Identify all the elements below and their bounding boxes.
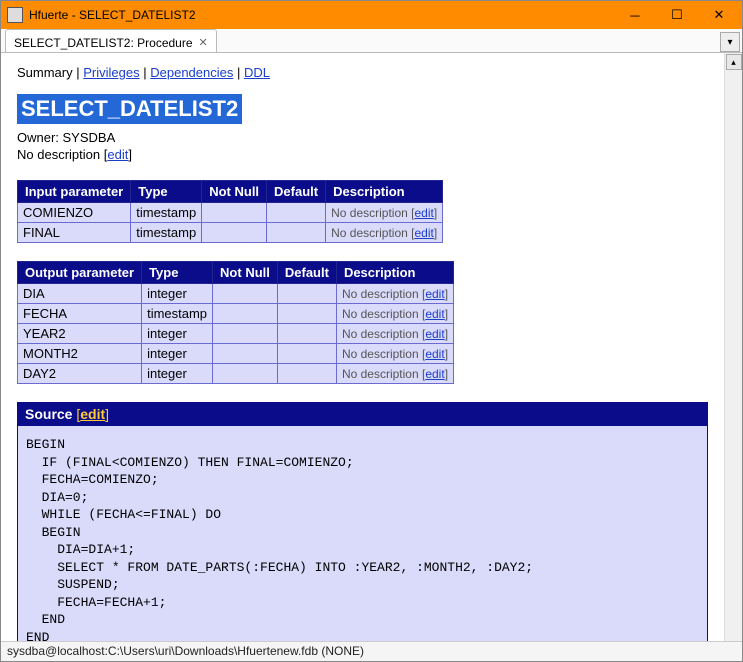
param-default <box>277 364 336 384</box>
close-button[interactable]: ✕ <box>698 3 740 27</box>
window-titlebar[interactable]: Hfuerte - SELECT_DATELIST2 ─ ☐ ✕ <box>1 1 742 29</box>
edit-link[interactable]: edit <box>415 226 434 240</box>
param-default <box>267 203 326 223</box>
param-type: timestamp <box>131 223 202 243</box>
nav-privileges[interactable]: Privileges <box>83 65 139 80</box>
source-code[interactable]: BEGIN IF (FINAL<COMIENZO) THEN FINAL=COM… <box>17 426 708 641</box>
table-row: DIA integer No description [edit] <box>18 284 454 304</box>
col-default: Default <box>277 262 336 284</box>
param-desc: No description [edit] <box>336 364 453 384</box>
param-name: MONTH2 <box>18 344 142 364</box>
param-type: timestamp <box>131 203 202 223</box>
param-notnull <box>213 364 278 384</box>
param-name: COMIENZO <box>18 203 131 223</box>
param-name: YEAR2 <box>18 324 142 344</box>
minimize-button[interactable]: ─ <box>614 3 656 27</box>
param-desc: No description [edit] <box>336 284 453 304</box>
edit-link[interactable]: edit <box>415 206 434 220</box>
source-header: Source [edit] <box>17 402 708 426</box>
edit-description-link[interactable]: edit <box>107 147 128 162</box>
table-row: FINAL timestamp No description [edit] <box>18 223 443 243</box>
param-desc: No description [edit] <box>326 223 443 243</box>
param-type: integer <box>142 284 213 304</box>
param-notnull <box>213 304 278 324</box>
owner-line: Owner: SYSDBA <box>17 130 708 145</box>
edit-link[interactable]: edit <box>425 307 444 321</box>
col-notnull: Not Null <box>202 181 267 203</box>
param-desc: No description [edit] <box>336 304 453 324</box>
description-line: No description [edit] <box>17 147 708 162</box>
param-default <box>277 284 336 304</box>
nav-summary[interactable]: Summary <box>17 65 73 80</box>
edit-link[interactable]: edit <box>425 367 444 381</box>
col-notnull: Not Null <box>213 262 278 284</box>
col-type: Type <box>142 262 213 284</box>
edit-link[interactable]: edit <box>425 347 444 361</box>
source-section: Source [edit] BEGIN IF (FINAL<COMIENZO) … <box>17 402 708 641</box>
param-notnull <box>213 284 278 304</box>
window-title: Hfuerte - SELECT_DATELIST2 <box>29 8 614 22</box>
app-icon <box>7 7 23 23</box>
col-type: Type <box>131 181 202 203</box>
app-window: Hfuerte - SELECT_DATELIST2 ─ ☐ ✕ SELECT_… <box>0 0 743 662</box>
param-type: integer <box>142 324 213 344</box>
content-pane: Summary | Privileges | Dependencies | DD… <box>1 53 724 641</box>
table-row: FECHA timestamp No description [edit] <box>18 304 454 324</box>
sub-nav: Summary | Privileges | Dependencies | DD… <box>17 65 708 80</box>
table-row: DAY2 integer No description [edit] <box>18 364 454 384</box>
output-parameters-table: Output parameter Type Not Null Default D… <box>17 261 454 384</box>
param-name: FINAL <box>18 223 131 243</box>
edit-source-link[interactable]: edit <box>80 406 105 422</box>
param-notnull <box>202 223 267 243</box>
param-desc: No description [edit] <box>336 324 453 344</box>
param-type: integer <box>142 344 213 364</box>
col-input-parameter: Input parameter <box>18 181 131 203</box>
tab-bar: SELECT_DATELIST2: Procedure ✕ ▾ <box>1 29 742 53</box>
col-description: Description <box>336 262 453 284</box>
no-description-text: No description <box>17 147 100 162</box>
col-output-parameter: Output parameter <box>18 262 142 284</box>
nav-ddl[interactable]: DDL <box>244 65 270 80</box>
param-default <box>277 304 336 324</box>
vertical-scrollbar[interactable]: ▴ <box>724 53 742 641</box>
status-bar: sysdba@localhost:C:\Users\uri\Downloads\… <box>1 641 742 661</box>
nav-dependencies[interactable]: Dependencies <box>150 65 233 80</box>
param-notnull <box>213 344 278 364</box>
tab-close-icon[interactable]: ✕ <box>199 36 208 49</box>
edit-link[interactable]: edit <box>425 287 444 301</box>
param-default <box>267 223 326 243</box>
input-parameters-table: Input parameter Type Not Null Default De… <box>17 180 443 243</box>
table-row: COMIENZO timestamp No description [edit] <box>18 203 443 223</box>
tab-dropdown-button[interactable]: ▾ <box>720 32 740 52</box>
param-default <box>277 324 336 344</box>
maximize-button[interactable]: ☐ <box>656 3 698 27</box>
param-default <box>277 344 336 364</box>
col-description: Description <box>326 181 443 203</box>
tab-label: SELECT_DATELIST2: Procedure <box>14 36 193 50</box>
col-default: Default <box>267 181 326 203</box>
param-name: DAY2 <box>18 364 142 384</box>
param-desc: No description [edit] <box>336 344 453 364</box>
tab-procedure[interactable]: SELECT_DATELIST2: Procedure ✕ <box>5 29 217 52</box>
param-type: timestamp <box>142 304 213 324</box>
param-name: FECHA <box>18 304 142 324</box>
param-desc: No description [edit] <box>326 203 443 223</box>
param-name: DIA <box>18 284 142 304</box>
content-wrapper: Summary | Privileges | Dependencies | DD… <box>1 53 742 641</box>
scroll-up-icon[interactable]: ▴ <box>726 54 742 70</box>
object-name-heading: SELECT_DATELIST2 <box>17 94 242 124</box>
source-label: Source <box>25 406 72 422</box>
param-notnull <box>202 203 267 223</box>
edit-link[interactable]: edit <box>425 327 444 341</box>
param-type: integer <box>142 364 213 384</box>
status-text: sysdba@localhost:C:\Users\uri\Downloads\… <box>7 644 364 658</box>
param-notnull <box>213 324 278 344</box>
table-row: MONTH2 integer No description [edit] <box>18 344 454 364</box>
table-row: YEAR2 integer No description [edit] <box>18 324 454 344</box>
